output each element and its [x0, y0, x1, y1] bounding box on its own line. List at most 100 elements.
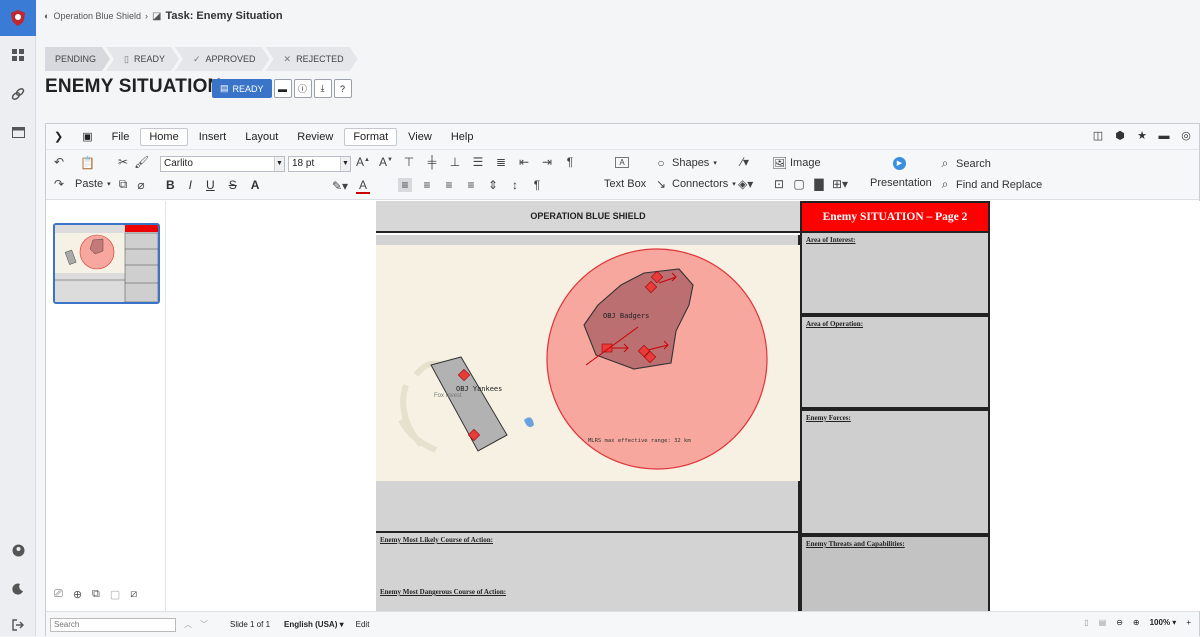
- menu-review[interactable]: Review: [289, 129, 341, 145]
- align-bottom-icon[interactable]: ⊥: [448, 155, 462, 169]
- grow-font-icon[interactable]: A▲: [356, 155, 370, 169]
- font-color-icon[interactable]: A: [356, 178, 370, 194]
- enemy-courses-box[interactable]: Enemy Most Likely Course of Action: Enem…: [376, 531, 800, 611]
- connectors-button[interactable]: Connectors: [672, 178, 728, 190]
- line-spacing-icon[interactable]: ↕: [508, 178, 522, 192]
- duplicate-slide-icon[interactable]: ⧉: [92, 588, 100, 601]
- star-icon[interactable]: ★: [1135, 129, 1149, 143]
- textbox-button[interactable]: Text Box: [604, 178, 646, 190]
- paste-button[interactable]: Paste: [75, 178, 103, 190]
- window-icon[interactable]: [9, 123, 27, 141]
- image-button[interactable]: Image: [790, 157, 821, 169]
- menu-format[interactable]: Format: [344, 127, 398, 146]
- slide-layout-icon[interactable]: ⧄: [130, 588, 137, 601]
- presentation-button[interactable]: Presentation: [870, 177, 932, 189]
- menu-view[interactable]: View: [400, 129, 440, 145]
- area-of-operation-box[interactable]: Area of Operation:: [800, 315, 990, 409]
- strikethrough-icon[interactable]: S: [229, 178, 237, 192]
- status-ready-button[interactable]: ▤ READY: [212, 79, 272, 98]
- menu-insert[interactable]: Insert: [191, 129, 235, 145]
- zoom-out-icon[interactable]: ⊖: [1116, 618, 1123, 627]
- find-replace-button[interactable]: Find and Replace: [956, 179, 1042, 191]
- highlight-color-icon[interactable]: ✎▾: [332, 179, 348, 193]
- new-slide-icon[interactable]: ⊕: [73, 588, 82, 601]
- align-left-icon[interactable]: ≡: [464, 178, 478, 192]
- dark-mode-icon[interactable]: [9, 580, 27, 598]
- step-pending[interactable]: PENDING: [45, 47, 110, 71]
- copy-icon[interactable]: ⧉: [116, 177, 130, 192]
- download-button[interactable]: ⤓: [313, 79, 332, 98]
- fullscreen-icon[interactable]: ▬: [1157, 129, 1171, 143]
- align-justify-icon[interactable]: ≡: [398, 178, 412, 192]
- para-mark-icon[interactable]: ¶: [530, 178, 544, 192]
- frame-icon[interactable]: ▢: [792, 177, 806, 191]
- numbering-icon[interactable]: ≣: [494, 155, 508, 169]
- sidebar-toggle-icon[interactable]: ❯: [46, 128, 71, 145]
- save-icon[interactable]: ▣: [74, 128, 100, 145]
- comment-button[interactable]: ▬: [273, 79, 292, 98]
- area-of-interest-box[interactable]: Area of Interest:: [800, 233, 990, 315]
- app-logo[interactable]: [0, 0, 36, 36]
- slide-thumbnail[interactable]: [53, 223, 160, 304]
- link-icon[interactable]: [9, 85, 27, 103]
- delete-slide-icon[interactable]: ▢: [110, 588, 120, 601]
- chart-icon[interactable]: ▇: [812, 177, 826, 191]
- paragraph-spacing-icon[interactable]: ⇕: [486, 178, 500, 192]
- menu-layout[interactable]: Layout: [237, 129, 286, 145]
- pilcrow-icon[interactable]: ¶: [563, 155, 577, 169]
- menu-home[interactable]: Home: [140, 127, 188, 146]
- table-icon[interactable]: ⊞▾: [832, 177, 848, 191]
- enemy-forces-box[interactable]: Enemy Forces:: [800, 409, 990, 535]
- zoom-in-icon[interactable]: ⊕: [1133, 618, 1140, 627]
- logout-icon[interactable]: [9, 616, 27, 634]
- redo-icon[interactable]: ↷: [52, 177, 66, 191]
- step-rejected[interactable]: ✕ REJECTED: [266, 47, 358, 71]
- fill-color-icon[interactable]: ◈▾: [738, 177, 753, 191]
- zoom-plus-icon[interactable]: +: [1186, 618, 1191, 627]
- accessibility-icon[interactable]: ⬢: [1113, 129, 1127, 143]
- step-ready[interactable]: ▯ READY: [106, 47, 179, 71]
- undo-icon[interactable]: ↶: [52, 155, 66, 169]
- presentation-icon[interactable]: ⎚: [54, 588, 63, 601]
- font-name-select[interactable]: Carlito ▼: [160, 156, 285, 172]
- textbox-icon[interactable]: A: [615, 157, 629, 168]
- info-button[interactable]: ⓘ: [293, 79, 312, 98]
- status-search-input[interactable]: [50, 617, 176, 632]
- align-top-icon[interactable]: ⊤: [402, 155, 416, 169]
- clear-formatting-icon[interactable]: ⌀: [134, 178, 148, 192]
- tactical-map[interactable]: OBJ Badgers OBJ Yankees Fox Invest MLRS …: [376, 245, 800, 481]
- align-center-icon[interactable]: ≡: [420, 178, 434, 192]
- search-next-icon[interactable]: ﹀: [200, 619, 208, 630]
- align-middle-icon[interactable]: ╪: [425, 155, 439, 169]
- shapes-button[interactable]: Shapes: [672, 157, 709, 169]
- indent-icon[interactable]: ⇥: [540, 155, 554, 169]
- cut-icon[interactable]: ✂: [116, 155, 130, 169]
- bullets-icon[interactable]: ☰: [471, 155, 485, 169]
- dashboard-icon[interactable]: [9, 46, 27, 64]
- play-icon[interactable]: ▶: [893, 157, 906, 170]
- line-color-icon[interactable]: ⁄▾: [738, 155, 752, 169]
- enemy-threats-box[interactable]: Enemy Threats and Capabilities:: [800, 535, 990, 611]
- account-icon[interactable]: [9, 541, 27, 559]
- page-info-icon[interactable]: ▤: [1099, 618, 1107, 627]
- outdent-icon[interactable]: ⇤: [517, 155, 531, 169]
- language-select[interactable]: English (USA) ▾: [284, 620, 344, 629]
- shadow-icon[interactable]: A: [251, 178, 260, 192]
- compass-icon[interactable]: ◎: [1179, 129, 1193, 143]
- breadcrumb-project[interactable]: Operation Blue Shield: [53, 11, 141, 21]
- menu-file[interactable]: File: [104, 129, 138, 145]
- paste-icon[interactable]: 📋: [80, 156, 95, 170]
- crop-icon[interactable]: ⊡: [772, 177, 786, 191]
- zoom-value[interactable]: 100% ▾: [1150, 618, 1177, 627]
- italic-icon[interactable]: I: [189, 178, 192, 192]
- shrink-font-icon[interactable]: A▼: [379, 155, 393, 169]
- align-right-icon[interactable]: ≡: [442, 178, 456, 192]
- page-icon[interactable]: ▯: [1084, 618, 1088, 627]
- step-approved[interactable]: ✓ APPROVED: [175, 47, 270, 71]
- bold-icon[interactable]: B: [166, 178, 175, 192]
- menu-help[interactable]: Help: [443, 129, 482, 145]
- search-button[interactable]: Search: [956, 158, 991, 170]
- underline-icon[interactable]: U: [206, 178, 215, 192]
- help-button[interactable]: ?: [333, 79, 352, 98]
- sidebar-panel-icon[interactable]: ◫: [1091, 129, 1105, 143]
